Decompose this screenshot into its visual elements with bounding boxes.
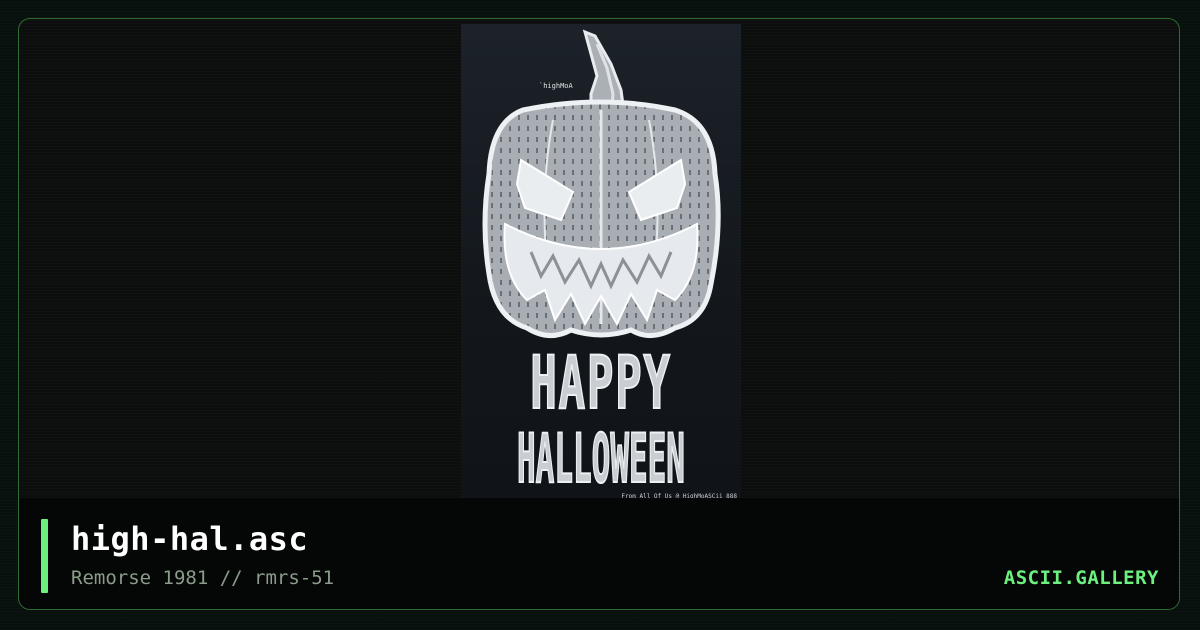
- site-brand-link[interactable]: ASCII.GALLERY: [1004, 567, 1159, 589]
- accent-bar: [41, 519, 48, 593]
- art-tag: `highMoA: [539, 82, 574, 90]
- halloween-text: HALLOWEEN: [517, 420, 685, 498]
- file-meta: Remorse 1981 // rmrs-51: [71, 567, 335, 589]
- pumpkin-art: `highMoA HAPPY HALLOWEEN From All Of Us …: [482, 29, 737, 500]
- happy-text: HAPPY: [530, 342, 671, 427]
- info-footer: high-hal.asc Remorse 1981 // rmrs-51 ASC…: [19, 498, 1179, 609]
- ascii-artwork[interactable]: `highMoA HAPPY HALLOWEEN From All Of Us …: [461, 24, 741, 500]
- gallery-card: `highMoA HAPPY HALLOWEEN From All Of Us …: [18, 18, 1180, 610]
- file-title: high-hal.asc: [71, 520, 309, 558]
